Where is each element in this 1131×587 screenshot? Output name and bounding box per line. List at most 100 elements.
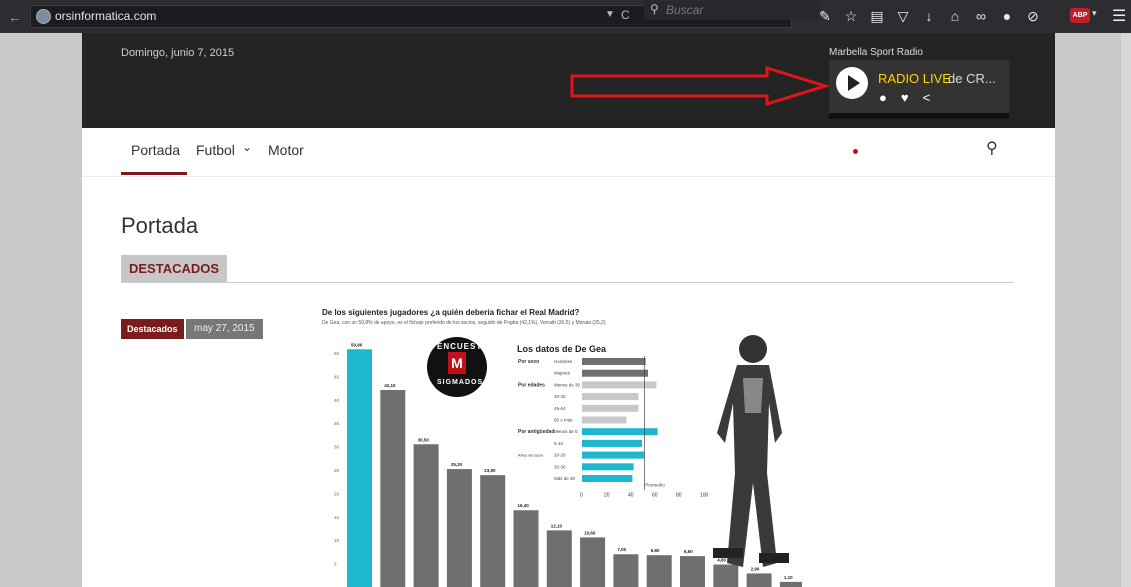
stats-bar xyxy=(582,439,642,447)
heart-icon[interactable]: ♥ xyxy=(901,90,909,105)
wrench-icon[interactable]: ✎ xyxy=(812,6,838,26)
player-photo xyxy=(713,335,789,567)
back-arrow-icon[interactable]: ← xyxy=(8,9,22,25)
main-nav: Portada Futbol ⌄ Motor ⚲ xyxy=(82,128,1055,177)
chart-bar xyxy=(580,537,606,587)
player-actions: ● ♥ < xyxy=(879,90,930,105)
stats-group-label: Años de socio xyxy=(518,453,544,458)
stats-row-label: Hombres xyxy=(554,359,573,364)
abp-icon[interactable]: ABP xyxy=(1070,8,1090,23)
y-tick-label: 35 xyxy=(334,421,340,426)
menu-icon[interactable]: ☰ xyxy=(1112,6,1126,26)
bar-value-label: 50,80 xyxy=(351,342,363,347)
stats-axis-label: 40 xyxy=(628,493,634,499)
post-date: may 27, 2015 xyxy=(186,319,263,339)
badge-top-text: ENCUESTA xyxy=(437,342,489,351)
page-scrollbar[interactable] xyxy=(1121,33,1131,587)
stats-group-label: Por antigüedad xyxy=(518,429,554,435)
y-tick-label: 50 xyxy=(334,351,340,356)
category-tag[interactable]: Destacados xyxy=(121,319,184,339)
chart-bar xyxy=(646,555,672,587)
y-tick-label: 45 xyxy=(334,374,340,379)
stats-axis-label: 80 xyxy=(676,493,682,499)
stats-bar xyxy=(582,416,627,424)
stats-row-label: 10-20 xyxy=(554,453,566,458)
url-text[interactable]: orsinformatica.com xyxy=(55,9,156,23)
stats-bar xyxy=(582,381,657,389)
chart-bar xyxy=(546,530,572,587)
badge-m-logo: M xyxy=(448,352,466,374)
bar-value-label: 25,20 xyxy=(451,462,463,467)
bar-value-label: 6,60 xyxy=(684,549,693,554)
stats-bar xyxy=(582,428,658,436)
bar-value-label: 30,50 xyxy=(418,437,430,442)
chat-icon[interactable]: ● xyxy=(994,6,1020,26)
player-progress-bar[interactable] xyxy=(829,113,1009,119)
bar-value-label: 42,10 xyxy=(384,383,396,388)
badge-bottom-text: SIGMADOS xyxy=(437,379,484,386)
stats-bar xyxy=(582,369,648,377)
section-divider xyxy=(121,282,1014,283)
bar-value-label: 10,60 xyxy=(584,530,596,535)
stats-bar xyxy=(582,475,633,482)
nav-item-portada[interactable]: Portada xyxy=(131,142,180,158)
nav-item-motor[interactable]: Motor xyxy=(268,142,304,158)
infographic[interactable]: De los siguientes jugadores ¿a quién deb… xyxy=(312,303,802,587)
header-date: Domingo, junio 7, 2015 xyxy=(121,47,235,59)
stats-row-label: 65 o más xyxy=(554,418,573,423)
search-input[interactable]: ⚲ Buscar xyxy=(644,1,819,20)
stats-bar xyxy=(582,451,645,459)
reading-list-icon[interactable]: ▤ xyxy=(864,6,890,26)
page-title: Portada xyxy=(121,213,199,238)
infographic-subtitle: De Gea, con un 50,8% de apoyo, es el fic… xyxy=(322,320,607,326)
home-icon[interactable]: ⌂ xyxy=(942,6,968,26)
infographic-title: De los siguientes jugadores ¿a quién deb… xyxy=(322,308,580,317)
section-heading[interactable]: DESTACADOS xyxy=(121,255,228,283)
radio-title: Marbella Sport Radio xyxy=(829,47,923,58)
play-icon[interactable] xyxy=(836,67,868,99)
stats-group-label: Por sexo xyxy=(518,359,539,365)
stats-axis-label: 0 xyxy=(580,493,583,499)
chart-bar xyxy=(480,475,506,587)
stats-row-label: 45-64 xyxy=(554,406,566,411)
notification-dot xyxy=(853,149,858,154)
search-placeholder: Buscar xyxy=(666,3,704,17)
red-arrow-annotation xyxy=(570,66,829,106)
nav-item-futbol[interactable]: Futbol xyxy=(196,142,235,158)
y-tick-label: 40 xyxy=(334,398,340,403)
y-tick-label: 10 xyxy=(334,538,340,543)
chart-bar xyxy=(513,510,539,587)
stats-title: Los datos de De Gea xyxy=(517,344,607,354)
chart-bar xyxy=(446,469,472,587)
extension-icon[interactable]: ∞ xyxy=(968,6,994,26)
y-tick-label: 25 xyxy=(334,468,340,473)
stats-bar xyxy=(582,358,646,365)
stats-row-label: 5-10 xyxy=(554,441,564,446)
share-icon[interactable]: < xyxy=(923,90,931,105)
comment-icon[interactable]: ● xyxy=(879,90,887,105)
y-tick-label: 30 xyxy=(334,445,340,450)
bar-value-label: 12,10 xyxy=(551,523,563,528)
globe-icon xyxy=(36,9,51,24)
bar-value-label: 7,00 xyxy=(617,547,626,552)
dropdown-icon[interactable]: ▼ xyxy=(605,9,615,20)
encuesta-badge: ENCUESTA M SIGMADOS xyxy=(427,337,487,397)
stats-bar xyxy=(582,393,639,401)
search-icon[interactable]: ⚲ xyxy=(986,138,998,158)
radio-live-label[interactable]: RADIO LIVE xyxy=(878,71,951,86)
search-icon: ⚲ xyxy=(650,2,659,16)
download-icon[interactable]: ↓ xyxy=(916,6,942,26)
abp-dropdown-icon[interactable]: ▾ xyxy=(1092,8,1097,19)
toolbar-icons: ✎ ☆ ▤ ▽ ↓ ⌂ ∞ ● ⊘ xyxy=(812,6,1046,26)
radio-player: RADIO LIVE de CR... ● ♥ < xyxy=(829,60,1009,119)
crossed-globe-icon[interactable]: ⊘ xyxy=(1020,6,1046,26)
pocket-icon[interactable]: ▽ xyxy=(890,6,916,26)
chevron-down-icon[interactable]: ⌄ xyxy=(242,140,252,154)
radio-station-text[interactable]: de CR... xyxy=(948,71,996,86)
star-icon[interactable]: ☆ xyxy=(838,6,864,26)
reload-icon[interactable]: C xyxy=(621,8,630,22)
stats-axis-label: 20 xyxy=(604,493,610,499)
chart-bar xyxy=(380,389,406,587)
nav-active-indicator xyxy=(121,172,187,175)
chart-bar xyxy=(413,444,439,587)
